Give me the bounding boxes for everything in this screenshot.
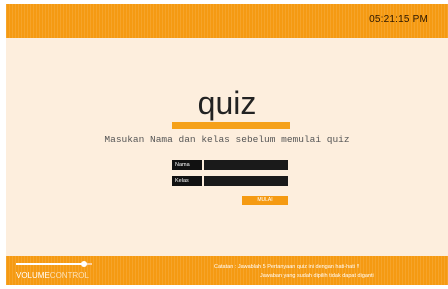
class-label: Kelas	[172, 176, 202, 186]
start-button[interactable]: MULAI	[242, 196, 288, 205]
control-word: CONTROL	[49, 271, 89, 280]
name-label: Nama	[172, 160, 202, 170]
note-text: Catatan : Jawablah 5 Pertanyaan quiz ini…	[174, 263, 446, 281]
volume-control-label: VOLUMECONTROL	[16, 271, 89, 280]
volume-slider-knob[interactable]	[81, 261, 87, 267]
volume-word: VOLUME	[16, 271, 50, 280]
volume-slider[interactable]	[16, 261, 92, 267]
volume-slider-fill	[16, 263, 84, 265]
class-input[interactable]	[204, 176, 288, 186]
note-line-2: Jawaban yang sudah dipilih tidak dapat d…	[260, 273, 374, 279]
top-bar: 05:21:15 PM	[6, 4, 448, 38]
title-underline	[172, 122, 290, 129]
app-frame: 05:21:15 PM quiz Masukan Nama dan kelas …	[6, 4, 448, 285]
page-title: quiz	[197, 85, 257, 121]
instruction-text: Masukan Nama dan kelas sebelum memulai q…	[104, 134, 350, 145]
main-panel: quiz Masukan Nama dan kelas sebelum memu…	[6, 38, 448, 256]
name-input[interactable]	[204, 160, 288, 170]
bottom-bar: VOLUMECONTROL Catatan : Jawablah 5 Perta…	[6, 256, 448, 285]
clock: 05:21:15 PM	[369, 14, 428, 25]
note-line-1: Catatan : Jawablah 5 Pertanyaan quiz ini…	[214, 264, 360, 270]
